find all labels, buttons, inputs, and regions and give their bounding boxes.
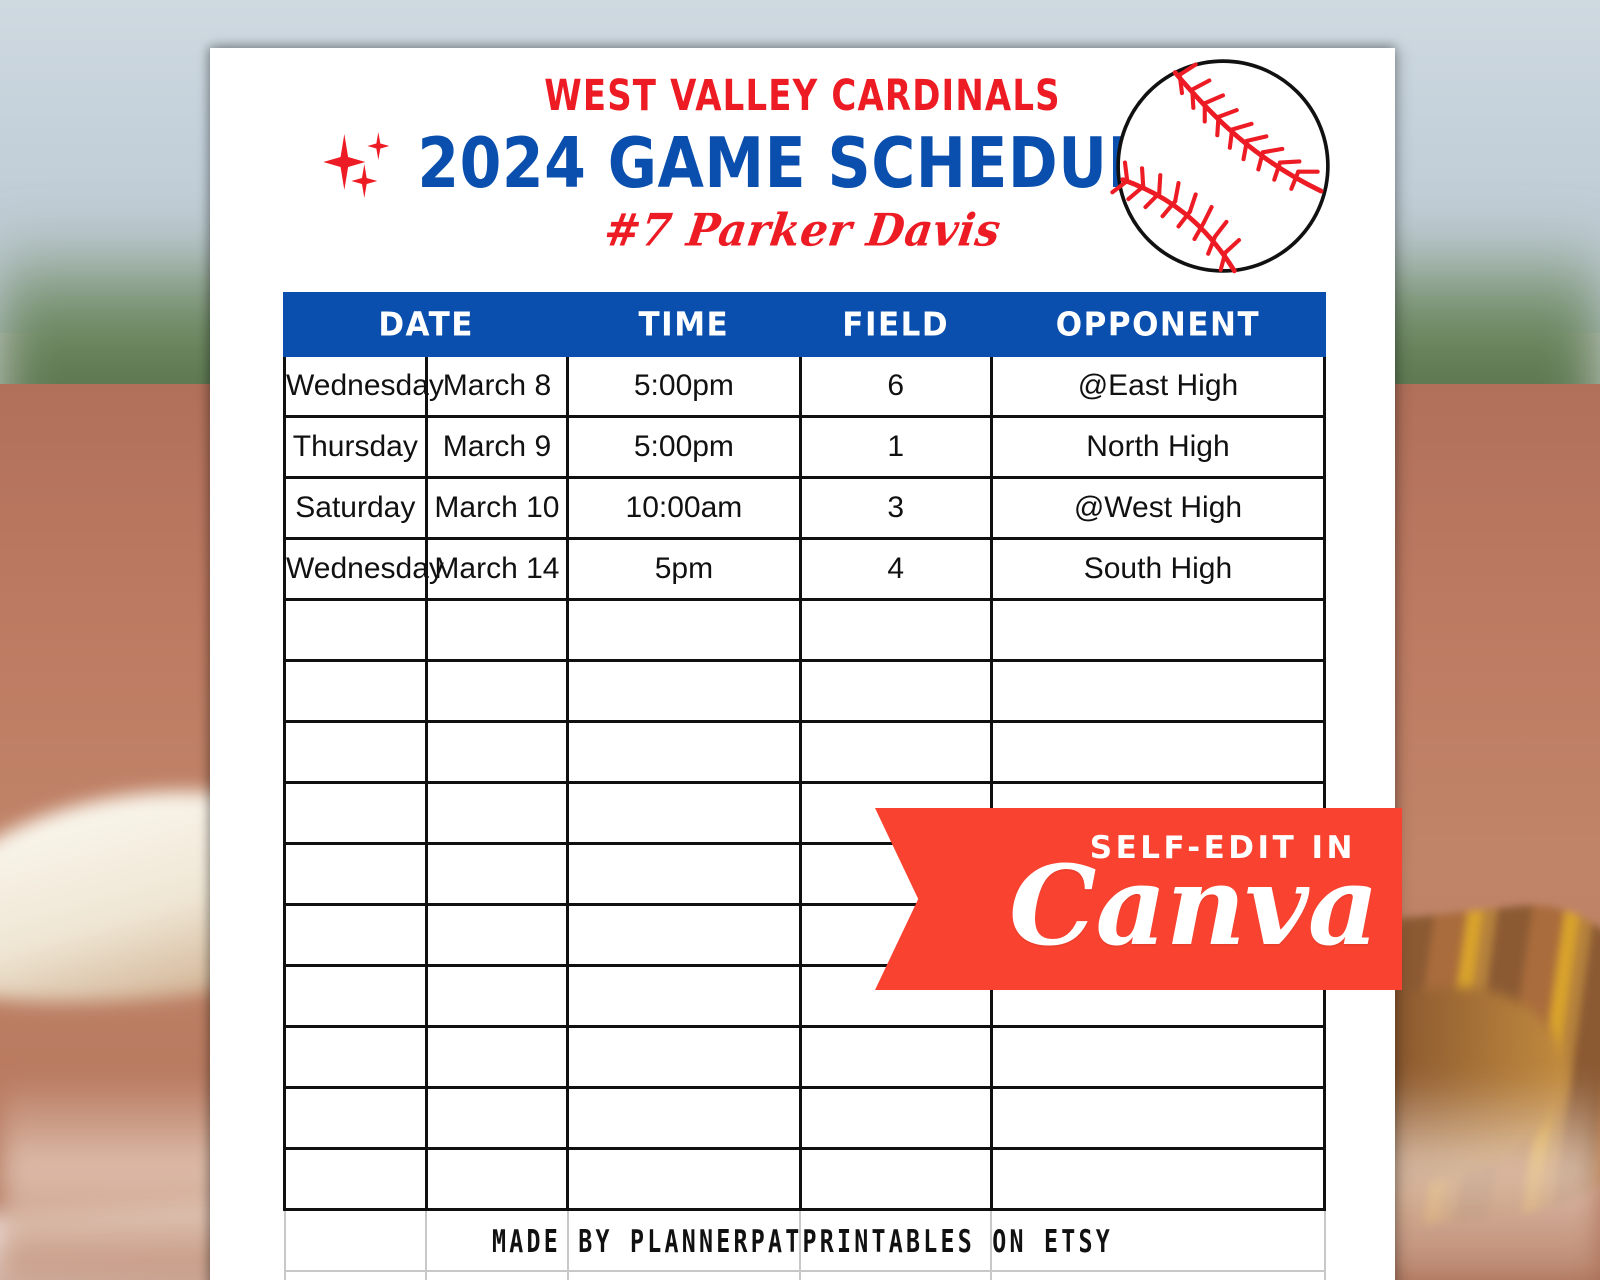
cell-day[interactable]: [283, 903, 428, 967]
table-row: [283, 598, 1327, 662]
sparkle-star-medium-icon: [351, 164, 378, 198]
column-header-field: FIELD: [798, 290, 993, 359]
table-row: [283, 1025, 1327, 1089]
cell-field[interactable]: [798, 1147, 993, 1211]
sparkle-star-small-icon: [367, 132, 390, 160]
cell-field[interactable]: 3: [798, 476, 993, 540]
cell-time[interactable]: [566, 1025, 802, 1089]
table-row: [283, 1147, 1327, 1211]
cell-time[interactable]: [566, 720, 802, 784]
cell-time[interactable]: [566, 781, 802, 845]
cell-opponent[interactable]: [989, 1086, 1327, 1150]
column-header-opponent: OPPONENT: [989, 290, 1327, 359]
table-row: [283, 1086, 1327, 1150]
cell-opponent[interactable]: [989, 1147, 1327, 1211]
cell-opponent[interactable]: [989, 598, 1327, 662]
cell-time[interactable]: [566, 1086, 802, 1150]
cell-date[interactable]: [424, 1147, 570, 1211]
cell-date[interactable]: [424, 720, 570, 784]
cell-day[interactable]: [283, 1147, 428, 1211]
table-row: Wednesday March 8 5:00pm 6 @East High: [283, 354, 1327, 418]
cell-day[interactable]: [283, 964, 428, 1028]
table-row: [283, 720, 1327, 784]
cell-date[interactable]: [425, 1269, 569, 1280]
cell-day[interactable]: [283, 1269, 428, 1280]
printable-page: WEST VALLEY CARDINALS 2024 GAME SCHEDULE…: [210, 48, 1395, 1280]
baseball-icon: [1110, 59, 1330, 274]
banner-canva-logo: Canva: [1009, 841, 1379, 970]
cell-opponent[interactable]: [989, 720, 1327, 784]
cell-time[interactable]: [566, 1269, 802, 1280]
cell-opponent[interactable]: North High: [989, 415, 1327, 479]
table-row: Wednesday March 14 5pm 4 South High: [283, 537, 1327, 601]
cell-day[interactable]: [283, 842, 428, 906]
cell-day[interactable]: [283, 720, 428, 784]
cell-time[interactable]: 5pm: [566, 537, 802, 601]
table-row: Saturday March 10 10:00am 3 @West High: [283, 476, 1327, 540]
cell-day[interactable]: Wednesday: [283, 354, 444, 418]
cell-time[interactable]: [566, 659, 802, 723]
cell-day[interactable]: [283, 1086, 428, 1150]
table-header-row: DATE TIME FIELD OPPONENT: [282, 290, 1327, 359]
table-row: Thursday March 9 5:00pm 1 North High: [283, 415, 1327, 479]
cell-field[interactable]: [798, 1086, 993, 1150]
cell-time[interactable]: 10:00am: [566, 476, 802, 540]
table-row: [283, 659, 1327, 723]
cell-day[interactable]: [283, 598, 428, 662]
sparkle-star-icon: [319, 128, 397, 200]
cell-time[interactable]: [566, 903, 802, 967]
cell-date[interactable]: March 9: [424, 415, 570, 479]
cell-date[interactable]: March 14: [424, 537, 570, 601]
footer-credit: MADE BY PLANNERPATPRINTABLES ON ETSY: [491, 1223, 1114, 1260]
self-edit-in-canva-banner: SELF-EDIT IN Canva: [875, 808, 1402, 990]
cell-day[interactable]: [283, 659, 428, 723]
cell-day[interactable]: [283, 1025, 428, 1089]
cell-time[interactable]: 5:00pm: [566, 354, 802, 418]
cell-date[interactable]: [424, 781, 570, 845]
cell-time[interactable]: [566, 598, 802, 662]
cell-field[interactable]: [798, 598, 993, 662]
cell-day[interactable]: [283, 781, 428, 845]
cell-date[interactable]: March 8: [424, 354, 570, 418]
cell-opponent[interactable]: [990, 1269, 1326, 1280]
cell-date[interactable]: [424, 964, 570, 1028]
cell-opponent[interactable]: [989, 1025, 1327, 1089]
schedule-table-head: DATE TIME FIELD OPPONENT: [282, 290, 1327, 359]
table-row-continuation: [283, 1269, 1326, 1280]
page-header: WEST VALLEY CARDINALS 2024 GAME SCHEDULE…: [210, 48, 1395, 288]
cell-date[interactable]: [424, 903, 570, 967]
page-title: 2024 GAME SCHEDULE: [417, 123, 1188, 205]
cell-date[interactable]: March 10: [424, 476, 570, 540]
cell-time[interactable]: 5:00pm: [566, 415, 802, 479]
cell-date[interactable]: [424, 1025, 570, 1089]
cell-field[interactable]: 6: [798, 354, 993, 418]
cell-day[interactable]: Wednesday: [283, 537, 444, 601]
cell-field[interactable]: [798, 659, 993, 723]
cell-field[interactable]: 4: [798, 537, 993, 601]
cell-opponent[interactable]: [989, 659, 1327, 723]
cell-field[interactable]: 1: [798, 415, 993, 479]
schedule-table: DATE TIME FIELD OPPONENT Wednesday March …: [282, 290, 1327, 1280]
cell-date[interactable]: [424, 842, 570, 906]
column-header-time: TIME: [566, 290, 802, 359]
cell-date[interactable]: [424, 1086, 570, 1150]
cell-time[interactable]: [566, 964, 802, 1028]
column-header-date: DATE: [282, 290, 570, 359]
cell-time[interactable]: [566, 842, 802, 906]
cell-opponent[interactable]: South High: [989, 537, 1327, 601]
cell-field[interactable]: [798, 720, 993, 784]
cell-field[interactable]: [798, 1025, 993, 1089]
cell-date[interactable]: [424, 659, 570, 723]
cell-opponent[interactable]: @West High: [989, 476, 1327, 540]
cell-date[interactable]: [424, 598, 570, 662]
cell-opponent[interactable]: @East High: [989, 354, 1327, 418]
cell-field[interactable]: [799, 1269, 993, 1280]
cell-time[interactable]: [566, 1147, 802, 1211]
cell-day[interactable]: Thursday: [283, 415, 428, 479]
cell-day[interactable]: Saturday: [283, 476, 428, 540]
